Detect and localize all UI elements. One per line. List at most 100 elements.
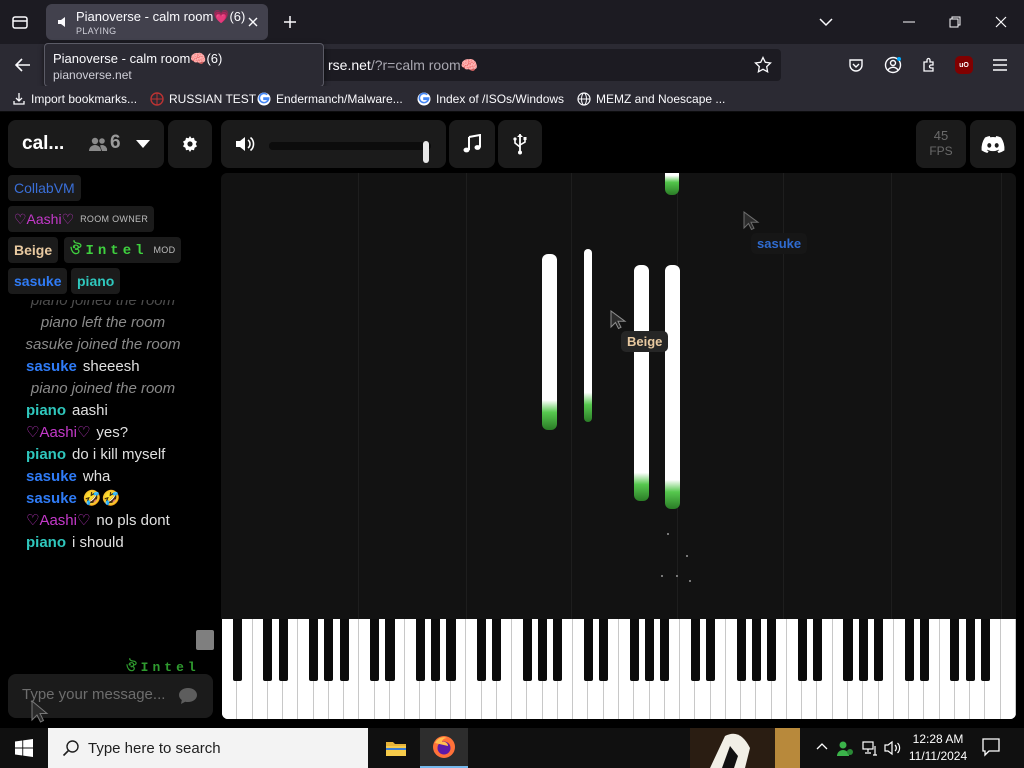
bookmark-import[interactable]: Import bookmarks... bbox=[12, 89, 137, 109]
piano-black-key[interactable] bbox=[278, 619, 288, 681]
chat-author[interactable]: ♡Aashi♡ bbox=[26, 512, 90, 529]
user-chip-aashi[interactable]: ♡Aashi♡ ROOM OWNER bbox=[8, 206, 155, 232]
piano-black-key[interactable] bbox=[599, 619, 609, 681]
piano-black-key[interactable] bbox=[324, 619, 334, 681]
start-button[interactable] bbox=[0, 728, 48, 768]
note-quota-button[interactable] bbox=[449, 120, 495, 168]
restore-icon bbox=[949, 16, 961, 28]
chat-author[interactable]: piano bbox=[26, 402, 66, 419]
piano-black-key[interactable] bbox=[919, 619, 929, 681]
discord-button[interactable] bbox=[970, 120, 1016, 168]
taskbar-search[interactable]: Type here to search bbox=[48, 728, 368, 768]
back-button[interactable] bbox=[8, 51, 38, 79]
volume-slider[interactable] bbox=[269, 142, 431, 150]
user-chip-beige[interactable]: Beige bbox=[8, 237, 59, 263]
piano-black-key[interactable] bbox=[644, 619, 655, 681]
bookmark-star-icon[interactable] bbox=[754, 56, 772, 74]
chat-author[interactable]: ♡Aashi♡ bbox=[26, 424, 90, 441]
piano-black-key[interactable] bbox=[797, 619, 807, 681]
close-window-button[interactable] bbox=[978, 0, 1024, 44]
chat-text: 🤣🤣 bbox=[82, 490, 121, 507]
firefox-taskbar-button[interactable] bbox=[420, 728, 468, 768]
piano-black-key[interactable] bbox=[874, 619, 884, 681]
piano-black-key[interactable] bbox=[553, 619, 563, 681]
active-tab[interactable]: Pianoverse - calm room💗(6) PLAYING bbox=[46, 4, 268, 40]
notification-icon[interactable] bbox=[980, 736, 1002, 758]
pocket-button[interactable] bbox=[843, 52, 869, 78]
caret-down-icon[interactable] bbox=[136, 139, 150, 149]
account-button[interactable] bbox=[880, 52, 906, 78]
user-chip-collabvm[interactable]: CollabVM bbox=[8, 175, 81, 201]
piano-black-key[interactable] bbox=[736, 619, 746, 681]
chat-log[interactable]: piano joined the room piano left the roo… bbox=[14, 300, 192, 660]
chat-author[interactable]: sasuke bbox=[26, 358, 77, 375]
piano-black-key[interactable] bbox=[431, 619, 441, 681]
chat-author[interactable]: sasuke bbox=[26, 490, 77, 507]
minimize-button[interactable] bbox=[886, 0, 932, 44]
ublock-button[interactable]: uO bbox=[951, 52, 977, 78]
piano-black-key[interactable] bbox=[232, 619, 242, 681]
piano-black-key[interactable] bbox=[415, 619, 426, 681]
piano-black-key[interactable] bbox=[370, 619, 380, 681]
new-tab-button[interactable] bbox=[278, 10, 302, 34]
particle bbox=[667, 533, 669, 535]
piano-black-key[interactable] bbox=[309, 619, 319, 681]
tabs-dropdown-button[interactable] bbox=[814, 10, 838, 34]
network-icon[interactable] bbox=[862, 740, 878, 756]
piano-black-key[interactable] bbox=[385, 619, 395, 681]
extensions-button[interactable] bbox=[916, 52, 942, 78]
speaker-icon[interactable] bbox=[56, 15, 70, 29]
bookmark-russian-test[interactable]: RUSSIAN TEST bbox=[150, 89, 256, 109]
piano-black-key[interactable] bbox=[583, 619, 594, 681]
piano-black-key[interactable] bbox=[706, 619, 716, 681]
midi-button[interactable] bbox=[498, 120, 542, 168]
piano-black-key[interactable] bbox=[629, 619, 639, 681]
volume-icon[interactable] bbox=[235, 135, 255, 153]
piano-black-key[interactable] bbox=[660, 619, 670, 681]
menu-button[interactable] bbox=[987, 52, 1013, 78]
measure-line bbox=[891, 173, 892, 619]
piano-black-key[interactable] bbox=[980, 619, 991, 681]
piano-black-key[interactable] bbox=[950, 619, 960, 681]
piano-black-key[interactable] bbox=[812, 619, 823, 681]
tab-close-button[interactable] bbox=[244, 13, 262, 31]
piano-black-key[interactable] bbox=[858, 619, 868, 681]
settings-button[interactable] bbox=[168, 120, 212, 168]
piano-black-key[interactable] bbox=[522, 619, 532, 681]
room-selector[interactable]: cal... 6 bbox=[8, 120, 164, 168]
chevron-up-icon[interactable] bbox=[816, 742, 828, 750]
piano-black-key[interactable] bbox=[477, 619, 487, 681]
chat-author[interactable]: piano bbox=[26, 534, 66, 551]
piano-black-key[interactable] bbox=[751, 619, 761, 681]
piano-white-key[interactable] bbox=[1000, 619, 1016, 719]
user-status-icon[interactable] bbox=[836, 739, 854, 757]
user-chip-intel[interactable]: ঔIntel MOD bbox=[64, 237, 182, 263]
file-explorer-button[interactable] bbox=[376, 728, 416, 768]
chat-scrollbar[interactable] bbox=[196, 630, 214, 650]
chat-bubble-icon[interactable] bbox=[178, 687, 198, 705]
user-chip-piano[interactable]: piano bbox=[71, 268, 121, 294]
volume-thumb[interactable] bbox=[423, 141, 430, 163]
piano-black-key[interactable] bbox=[767, 619, 777, 681]
piano-black-key[interactable] bbox=[446, 619, 456, 681]
bookmark-memz[interactable]: MEMZ and Noescape ... bbox=[577, 89, 725, 109]
piano-black-key[interactable] bbox=[492, 619, 502, 681]
piano-black-key[interactable] bbox=[965, 619, 975, 681]
piano-black-key[interactable] bbox=[904, 619, 914, 681]
bookmark-endermanch[interactable]: Endermanch/Malware... bbox=[257, 89, 403, 109]
list-all-tabs-button[interactable] bbox=[6, 8, 34, 36]
user-chip-sasuke[interactable]: sasuke bbox=[8, 268, 68, 294]
piano-black-key[interactable] bbox=[339, 619, 349, 681]
piano-keyboard[interactable] bbox=[222, 619, 1016, 719]
chat-author[interactable]: sasuke bbox=[26, 468, 77, 485]
piano-black-key[interactable] bbox=[843, 619, 853, 681]
piano-black-key[interactable] bbox=[538, 619, 548, 681]
piano-black-key[interactable] bbox=[690, 619, 700, 681]
piano-black-key[interactable] bbox=[263, 619, 273, 681]
chat-author[interactable]: piano bbox=[26, 446, 66, 463]
taskbar-clock[interactable]: 12:28 AM 11/11/2024 bbox=[900, 731, 976, 765]
url-bar[interactable]: rse.net/?r=calm room🧠 bbox=[320, 49, 781, 81]
restore-button[interactable] bbox=[932, 0, 978, 44]
bookmark-isos[interactable]: Index of /ISOs/Windows bbox=[417, 89, 564, 109]
url-text[interactable]: rse.net/?r=calm room🧠 bbox=[328, 57, 478, 74]
